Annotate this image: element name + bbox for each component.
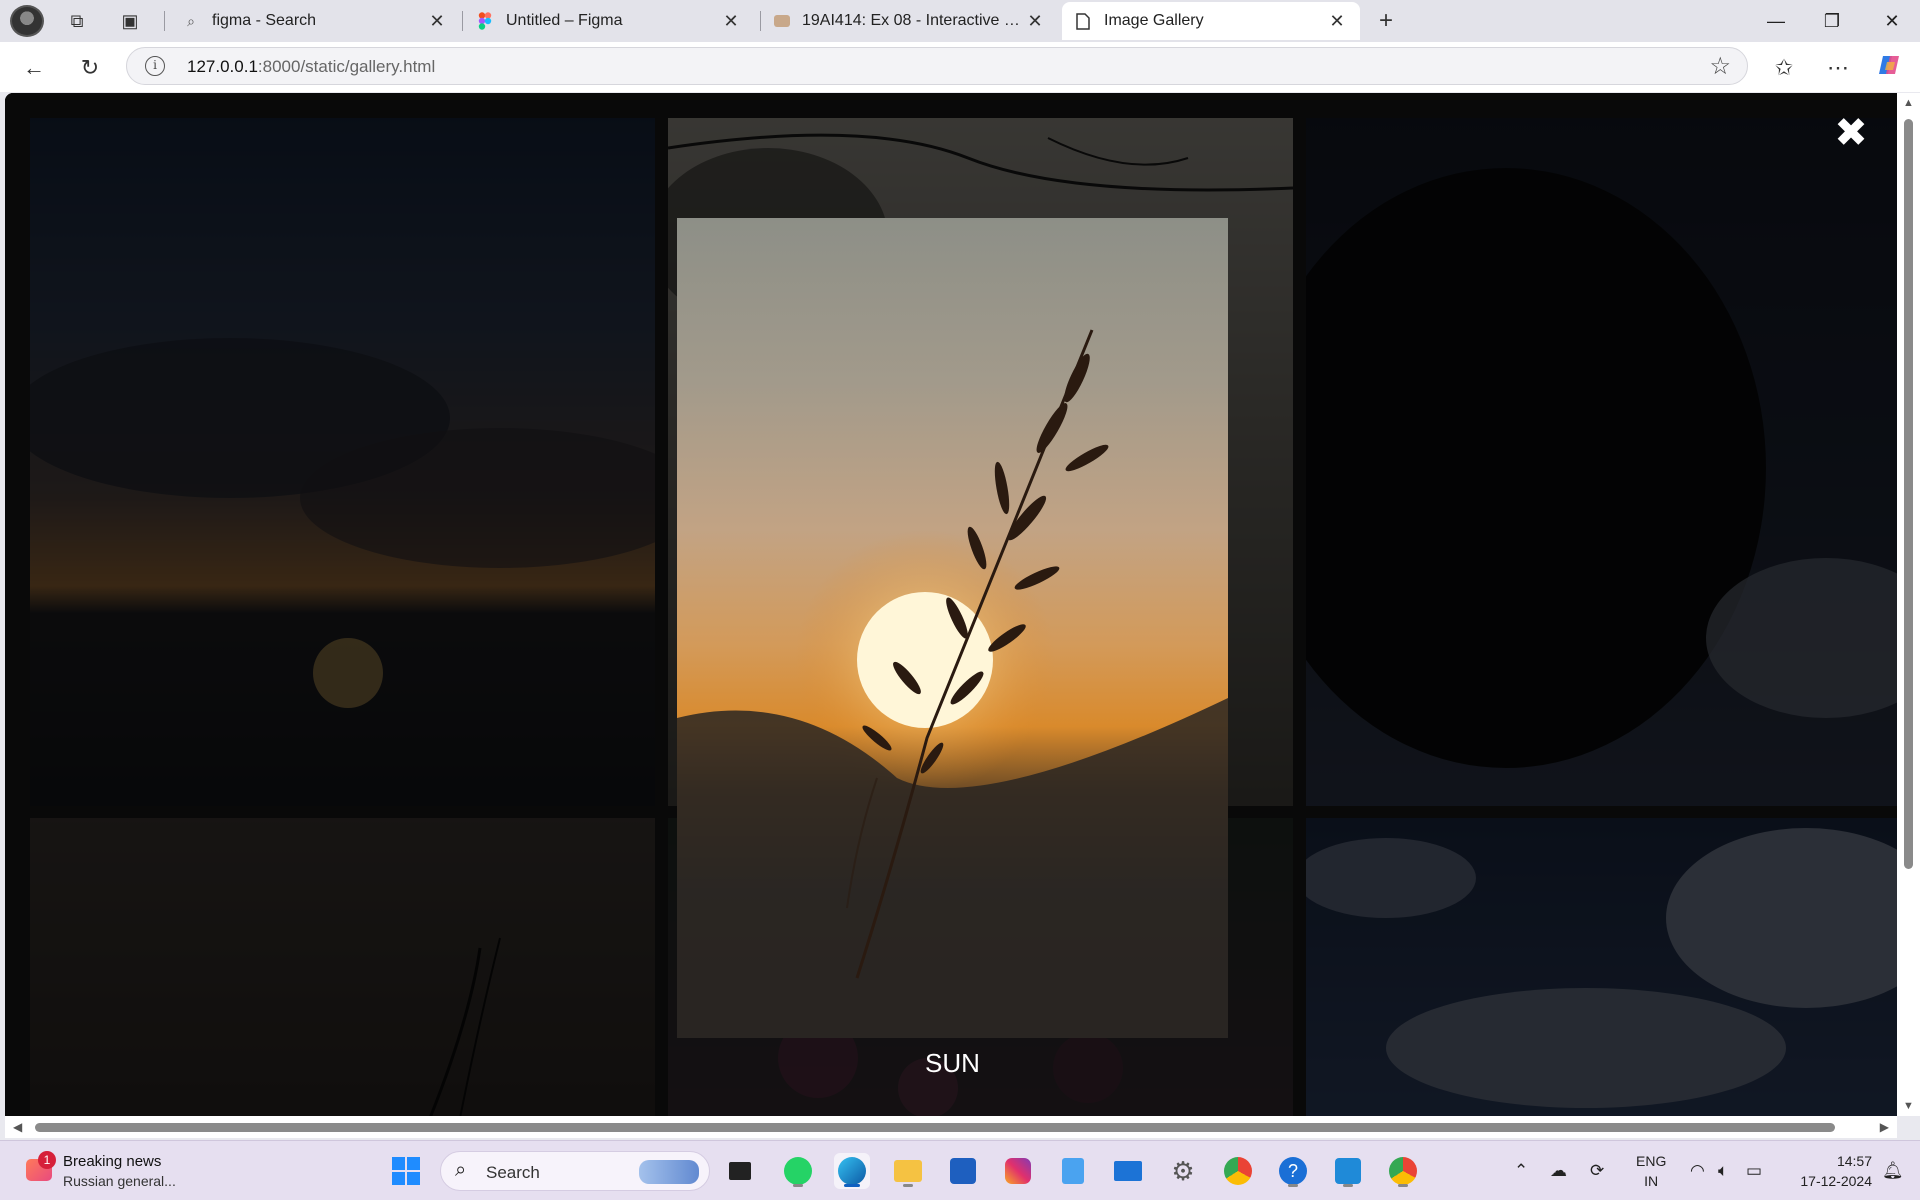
- refresh-button[interactable]: ↻: [74, 52, 106, 84]
- instagram-icon[interactable]: [1000, 1153, 1036, 1189]
- news-headline: Breaking news: [63, 1153, 162, 1170]
- system-clock[interactable]: 14:57 17-12-2024: [1786, 1151, 1872, 1191]
- notifications-bell-icon[interactable]: 🔔︎: [1882, 1161, 1904, 1181]
- tab-figma-search[interactable]: ⌕ figma - Search ✕: [170, 2, 460, 40]
- horizontal-scroll-thumb[interactable]: [35, 1123, 1835, 1132]
- sync-icon[interactable]: ⟳: [1590, 1161, 1604, 1181]
- tab-actions-icon[interactable]: ▣: [118, 9, 142, 33]
- windows-logo-icon: [392, 1157, 420, 1185]
- new-tab-button[interactable]: +: [1374, 9, 1398, 33]
- back-button[interactable]: ←: [18, 52, 50, 84]
- browser-toolbar: ← ↻ i 127.0.0.1:8000/static/gallery.html…: [0, 42, 1920, 92]
- page-viewport: SUN ✖: [5, 93, 1897, 1116]
- page-icon: [774, 15, 790, 27]
- edge-icon[interactable]: [834, 1153, 870, 1189]
- tab-strip: ⧉ ▣ ⌕ figma - Search ✕ Untitled – Figma …: [0, 0, 1920, 42]
- search-icon: ⌕: [187, 12, 195, 29]
- tab-divider: [462, 11, 463, 31]
- tab-figma[interactable]: Untitled – Figma ✕: [464, 2, 754, 40]
- tab-title: 19AI414: Ex 08 - Interactive Image: [802, 12, 1024, 29]
- scroll-right-icon[interactable]: ▶: [1880, 1120, 1889, 1134]
- lightbox-close-button[interactable]: ✖: [1831, 113, 1871, 153]
- document-icon: [1074, 12, 1092, 30]
- more-options-icon[interactable]: ⋯: [1822, 52, 1854, 84]
- minimize-button[interactable]: —: [1748, 0, 1804, 42]
- clock-time: 14:57: [1836, 1153, 1872, 1169]
- whatsapp-icon[interactable]: [780, 1153, 816, 1189]
- horizontal-scrollbar[interactable]: ◀ ▶: [5, 1116, 1897, 1138]
- site-info-icon[interactable]: i: [145, 56, 165, 76]
- battery-icon[interactable]: ▭: [1746, 1161, 1762, 1181]
- close-icon[interactable]: ✕: [1024, 10, 1046, 32]
- language-code: ENG: [1636, 1153, 1667, 1169]
- profile-avatar[interactable]: [10, 5, 44, 37]
- tab-title: figma - Search: [212, 12, 317, 29]
- url-text: 127.0.0.1:8000/static/gallery.html: [187, 57, 435, 77]
- figma-icon: [476, 12, 494, 30]
- tab-ex08[interactable]: 19AI414: Ex 08 - Interactive Image ✕: [762, 2, 1058, 40]
- lightbox-caption: SUN: [925, 1048, 980, 1078]
- tab-image-gallery[interactable]: Image Gallery ✕: [1062, 2, 1360, 40]
- news-widget[interactable]: 1 Breaking news Russian general...: [22, 1149, 212, 1193]
- scroll-left-icon[interactable]: ◀: [13, 1120, 22, 1134]
- onedrive-icon[interactable]: ☁: [1550, 1161, 1567, 1181]
- url-host: 127.0.0.1: [187, 57, 258, 76]
- chrome-profile-icon[interactable]: [1385, 1153, 1421, 1189]
- help-icon[interactable]: ?: [1275, 1153, 1311, 1189]
- search-highlight-icon: [639, 1160, 699, 1184]
- language-indicator[interactable]: ENG IN: [1636, 1151, 1666, 1191]
- mail-icon[interactable]: [1110, 1153, 1146, 1189]
- taskbar-search[interactable]: ⌕ Search: [440, 1151, 710, 1191]
- vertical-scrollbar[interactable]: ▲ ▼: [1897, 93, 1920, 1116]
- lightbox-image-sun: [677, 218, 1228, 1038]
- notepad-icon[interactable]: [1055, 1153, 1091, 1189]
- tab-title: Untitled – Figma: [506, 12, 623, 29]
- favorite-star-icon[interactable]: ☆: [1709, 52, 1731, 81]
- news-badge: 1: [38, 1151, 56, 1169]
- region-code: IN: [1644, 1173, 1659, 1189]
- chrome-icon[interactable]: [1220, 1153, 1256, 1189]
- workspaces-icon[interactable]: ⧉: [65, 9, 89, 33]
- vertical-scroll-thumb[interactable]: [1904, 119, 1913, 869]
- vscode-icon[interactable]: [1330, 1153, 1366, 1189]
- close-icon[interactable]: ✕: [1326, 10, 1348, 32]
- tab-title: Image Gallery: [1104, 12, 1204, 29]
- tab-divider: [760, 11, 761, 31]
- scroll-up-icon[interactable]: ▲: [1903, 97, 1914, 109]
- file-explorer-icon[interactable]: [890, 1153, 926, 1189]
- favorites-icon[interactable]: ✩: [1768, 52, 1800, 84]
- task-view-icon[interactable]: [722, 1153, 758, 1189]
- show-hidden-icons[interactable]: ⌃: [1514, 1161, 1528, 1181]
- start-button[interactable]: [388, 1153, 424, 1189]
- taskbar: 1 Breaking news Russian general... ⌕ Sea…: [0, 1140, 1920, 1200]
- tab-divider: [164, 11, 165, 31]
- search-icon: ⌕: [455, 1159, 467, 1181]
- clock-date: 17-12-2024: [1800, 1173, 1872, 1189]
- settings-icon[interactable]: ⚙: [1165, 1153, 1201, 1189]
- news-subtitle: Russian general...: [63, 1173, 176, 1189]
- sun-grass-artwork: [677, 329, 1228, 1038]
- wifi-icon[interactable]: ◠: [1690, 1161, 1705, 1181]
- restore-button[interactable]: ❐: [1804, 0, 1860, 42]
- copilot-icon[interactable]: [1874, 52, 1906, 84]
- taskbar-search-placeholder: Search: [486, 1163, 540, 1182]
- store-icon[interactable]: [945, 1153, 981, 1189]
- close-window-button[interactable]: ✕: [1864, 0, 1920, 42]
- address-bar[interactable]: i 127.0.0.1:8000/static/gallery.html ☆: [126, 47, 1748, 85]
- close-icon[interactable]: ✕: [426, 10, 448, 32]
- url-path: :8000/static/gallery.html: [257, 57, 436, 76]
- close-icon[interactable]: ✕: [720, 10, 742, 32]
- scroll-down-icon[interactable]: ▼: [1903, 1100, 1914, 1112]
- volume-icon[interactable]: 🔈︎: [1718, 1161, 1728, 1181]
